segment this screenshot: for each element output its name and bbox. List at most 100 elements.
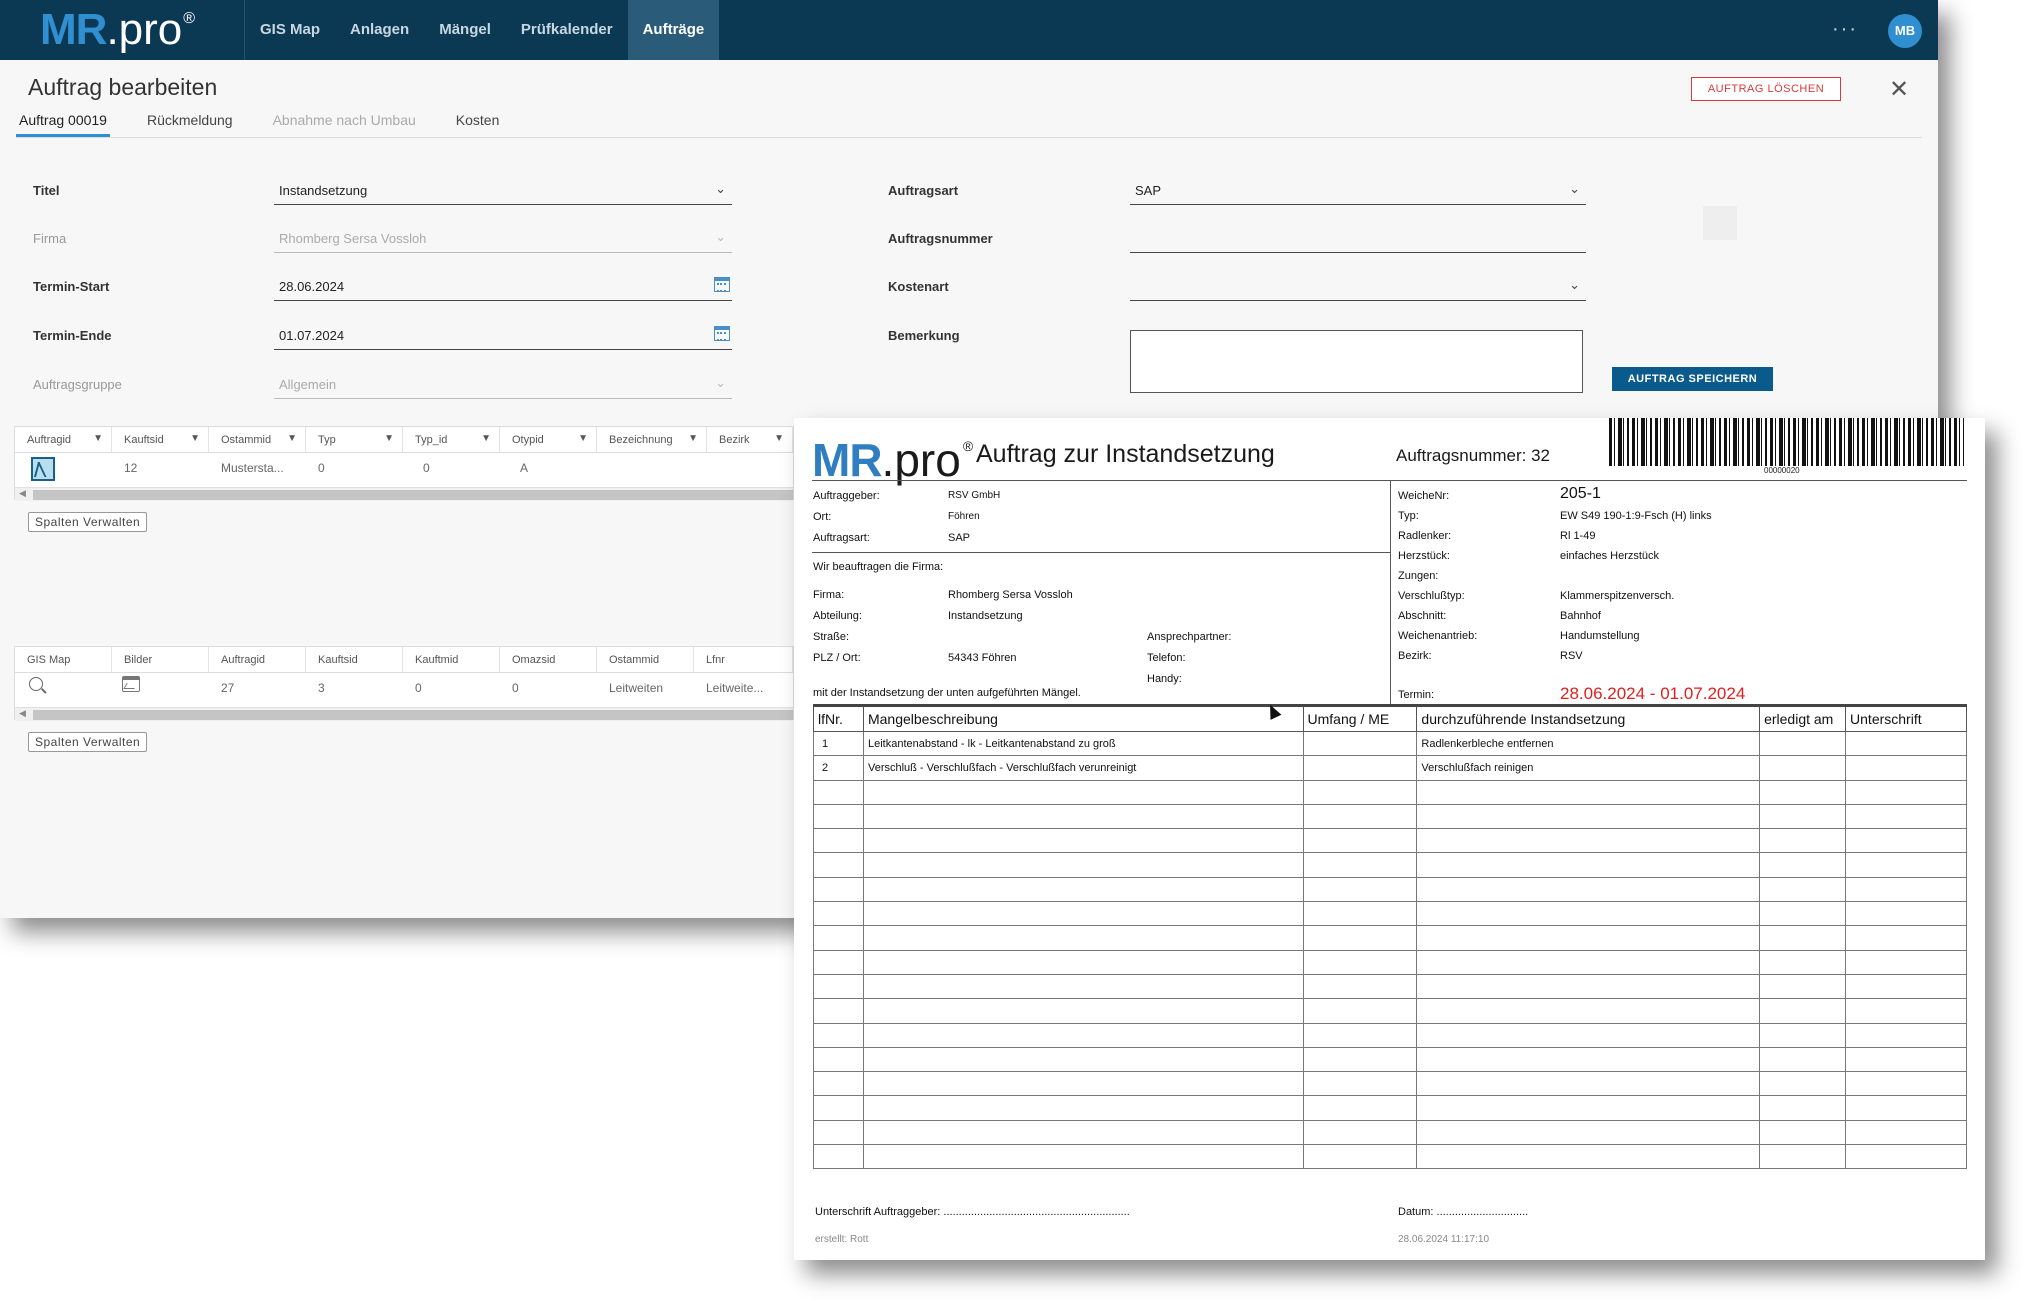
grid-column-header[interactable]: Kauftmid — [403, 647, 500, 672]
manage-columns-button[interactable]: Spalten Verwalten — [28, 732, 148, 752]
close-icon[interactable]: ✕ — [1889, 75, 1909, 104]
grid-column-header[interactable]: Ostammid ▼ — [209, 427, 306, 452]
titel-select[interactable]: Instandsetzung ⌄ — [274, 177, 732, 205]
grid-column-header[interactable]: Lfnr — [694, 647, 793, 672]
horizontal-scrollbar[interactable]: ◀ — [15, 707, 793, 721]
scrollbar-thumb[interactable] — [33, 710, 793, 720]
weichenantrieb-value: Handumstellung — [1560, 630, 1640, 642]
grid-cell — [707, 453, 793, 487]
nav-pruefkalender[interactable]: Prüfkalender — [506, 0, 628, 60]
termin-start-field[interactable]: 28.06.2024 — [274, 273, 732, 301]
table-cell — [1416, 1071, 1761, 1097]
user-avatar[interactable]: MB — [1888, 14, 1922, 48]
grid-cell: Leitweite... — [706, 681, 764, 695]
grid-column-header[interactable]: Ostammid — [597, 647, 694, 672]
tab-auftrag[interactable]: Auftrag 00019 — [16, 112, 110, 137]
grid-column-header[interactable]: Typ ▼ — [306, 427, 403, 452]
defects-table-body: 1 Leitkantenabstand - lk - Leitkantenabs… — [813, 730, 1967, 1170]
grid-column-header[interactable]: GIS Map — [15, 647, 112, 672]
scroll-left-icon[interactable]: ◀ — [19, 708, 26, 719]
filter-icon[interactable]: ▼ — [384, 433, 394, 444]
grid-column-header[interactable]: Omazsid — [500, 647, 597, 672]
auftragsnummer-input[interactable] — [1130, 225, 1586, 253]
column-divider — [1390, 480, 1391, 704]
mrpro-logo[interactable]: MR .pro ® — [40, 4, 195, 56]
table-row-empty — [813, 1046, 1967, 1073]
calendar-icon[interactable] — [714, 326, 730, 341]
grid-cell: 27 — [221, 681, 235, 695]
filter-icon[interactable]: ▼ — [93, 433, 103, 444]
table-cell — [1845, 949, 1967, 975]
filter-icon[interactable]: ▼ — [481, 433, 491, 444]
table-cell — [1302, 1144, 1418, 1170]
scrollbar-thumb[interactable] — [33, 490, 793, 500]
nav-auftraege[interactable]: Aufträge — [627, 0, 720, 60]
grid-column-header[interactable]: Bilder — [112, 647, 209, 672]
table-row: 1 Leitkantenabstand - lk - Leitkantenabs… — [813, 730, 1967, 757]
image-icon[interactable] — [122, 676, 140, 692]
auftragsart-doc-label: Auftragsart: — [813, 532, 870, 544]
plz-value: 54343 Föhren — [948, 652, 1017, 664]
save-order-button[interactable]: AUFTRAG SPEICHERN — [1612, 367, 1773, 391]
grid-column-header[interactable]: Auftragid — [209, 647, 306, 672]
herzstueck-label: Herzstück: — [1398, 550, 1450, 562]
nav-anlagen[interactable]: Anlagen — [335, 0, 424, 60]
kostenart-select[interactable]: ⌄ — [1130, 273, 1586, 301]
table-cell — [1845, 998, 1967, 1024]
table-cell — [1759, 876, 1847, 903]
table-row: 2 Verschluß - Verschlußfach - Verschlußf… — [813, 755, 1967, 781]
nav-gis-map[interactable]: GIS Map — [245, 0, 335, 60]
filter-icon[interactable]: ▼ — [688, 433, 698, 444]
grid-column-header[interactable]: Bezeichnung ▼ — [597, 427, 707, 452]
tab-kosten[interactable]: Kosten — [453, 112, 503, 137]
col-erledigt: erledigt am — [1759, 704, 1847, 732]
table-cell: Verschlußfach reinigen — [1416, 755, 1761, 781]
switch-type-icon[interactable] — [31, 457, 55, 481]
manage-columns-button[interactable]: Spalten Verwalten — [28, 512, 148, 532]
table-row[interactable]: 12 Mustersta... 0 0 A — [15, 453, 793, 487]
top-navigation-bar: MR .pro ® GIS Map Anlagen Mängel Prüfkalen… — [0, 0, 1938, 60]
grid-column-header[interactable]: Bezirk ▼ — [707, 427, 793, 452]
table-cell — [1845, 1119, 1967, 1146]
grid-column-header[interactable]: Auftragid ▼ — [15, 427, 112, 452]
bemerkung-textarea[interactable] — [1130, 330, 1583, 393]
filter-icon[interactable]: ▼ — [578, 433, 588, 444]
cursor-hover-area — [1703, 206, 1737, 240]
table-cell — [813, 949, 864, 975]
grid-column-header[interactable]: Typ_id ▼ — [403, 427, 500, 452]
table-cell — [862, 998, 1304, 1024]
delete-order-button[interactable]: AUFTRAG LÖSCHEN — [1691, 77, 1841, 101]
filter-icon[interactable]: ▼ — [190, 433, 200, 444]
map-search-icon[interactable] — [29, 677, 43, 691]
table-cell — [1416, 1022, 1761, 1048]
auftragsart-label: Auftragsart — [888, 183, 959, 198]
defects-grid: GIS Map Bilder Auftragid Kauftsid Kauftm… — [14, 646, 794, 721]
filter-icon[interactable]: ▼ — [287, 433, 297, 444]
termin-ende-field[interactable]: 01.07.2024 — [274, 322, 732, 350]
table-cell: Verschluß - Verschlußfach - Verschlußfac… — [862, 755, 1304, 781]
grid-column-header[interactable]: Otypid ▼ — [500, 427, 597, 452]
table-cell: Radlenkerbleche entfernen — [1416, 730, 1761, 757]
table-cell — [813, 803, 864, 830]
zungen-label: Zungen: — [1398, 570, 1439, 582]
table-cell — [1845, 803, 1967, 830]
table-cell — [1302, 901, 1418, 927]
more-options-icon[interactable]: ··· — [1832, 18, 1858, 41]
tab-rueckmeldung[interactable]: Rückmeldung — [144, 112, 236, 137]
nav-maengel[interactable]: Mängel — [424, 0, 506, 60]
grid-column-header[interactable]: Kauftsid ▼ — [112, 427, 209, 452]
filter-icon[interactable]: ▼ — [774, 433, 784, 444]
scroll-left-icon[interactable]: ◀ — [19, 488, 26, 499]
table-cell — [1759, 1095, 1847, 1121]
calendar-icon[interactable] — [714, 277, 730, 292]
table-cell — [1302, 973, 1418, 1000]
horizontal-scrollbar[interactable]: ◀ — [15, 487, 793, 501]
titel-label: Titel — [33, 183, 60, 198]
table-cell — [1759, 1046, 1847, 1073]
defects-table: lfNr. Mangelbeschreibung Umfang / ME dur… — [813, 704, 1967, 1170]
table-row[interactable]: 27 3 0 0 Leitweiten Leitweite... — [15, 673, 793, 707]
table-cell — [1302, 925, 1418, 951]
date-line: Datum: .............................. — [1398, 1206, 1529, 1218]
auftragsart-select[interactable]: SAP ⌄ — [1130, 177, 1586, 205]
grid-column-header[interactable]: Kauftsid — [306, 647, 403, 672]
